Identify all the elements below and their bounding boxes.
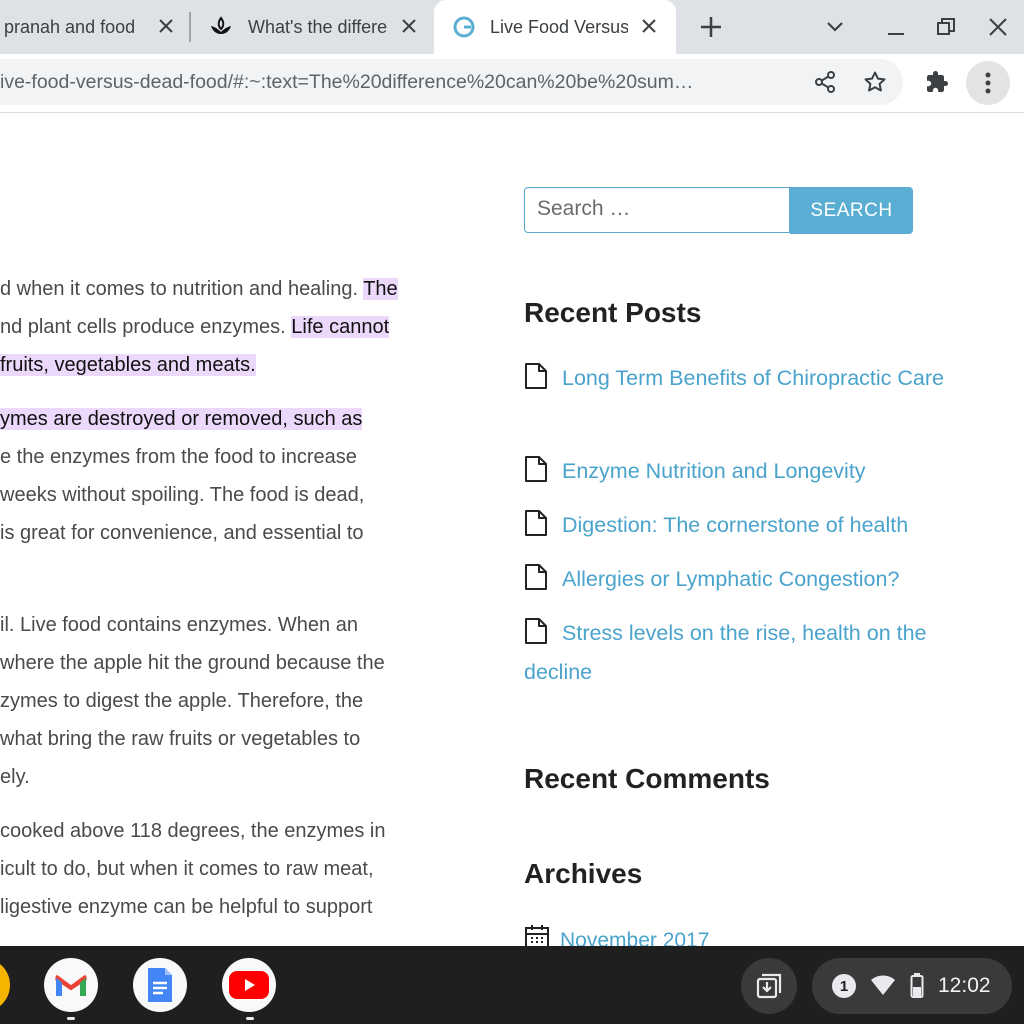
recent-post-item[interactable]: Stress levels on the rise, health on the…: [524, 614, 944, 692]
article-text: il. Live food contains enzymes. When an: [0, 614, 358, 636]
recent-post-link[interactable]: Long Term Benefits of Chiropractic Care: [562, 366, 944, 390]
gmail-icon[interactable]: [44, 958, 98, 1012]
article-text-line: ymes are destroyed or removed, such as: [0, 404, 363, 434]
article-text: ligestive enzyme can be helpful to suppo…: [0, 896, 373, 918]
article-text: cooked above 118 degrees, the enzymes in: [0, 820, 386, 842]
chrome-icon[interactable]: [0, 958, 10, 1012]
page-content: d when it comes to nutrition and healing…: [0, 113, 1024, 946]
document-icon: [524, 564, 548, 590]
url-text[interactable]: ive-food-versus-dead-food/#:~:text=The%2…: [0, 71, 760, 94]
browser-toolbar: ive-food-versus-dead-food/#:~:text=The%2…: [0, 54, 1024, 113]
article-text: zymes to digest the apple. Therefore, th…: [0, 690, 364, 712]
article-text-line: il. Live food contains enzymes. When an: [0, 610, 358, 640]
calendar-icon: [524, 924, 550, 946]
running-indicator: [67, 1017, 75, 1020]
highlighted-text: The: [363, 278, 398, 300]
search-field[interactable]: [524, 187, 790, 233]
wifi-icon: [870, 974, 896, 1001]
youtube-icon[interactable]: [222, 958, 276, 1012]
search-button[interactable]: SEARCH: [790, 187, 913, 234]
more-menu-icon[interactable]: [966, 61, 1010, 105]
tab-whats-the-difference[interactable]: What's the differe: [196, 0, 432, 54]
tab-close-icon[interactable]: [154, 14, 178, 38]
recent-post-item[interactable]: Enzyme Nutrition and Longevity: [524, 452, 944, 491]
tab-separator: [189, 12, 191, 42]
site-favicon-icon: [208, 14, 234, 40]
article-text-line: e the enzymes from the food to increase: [0, 442, 357, 472]
article-text: d when it comes to nutrition and healing…: [0, 278, 364, 300]
article-text: is great for convenience, and essential …: [0, 522, 364, 544]
tab-search-chevron-down-icon[interactable]: [820, 12, 850, 42]
tab-title: Live Food Versus: [490, 16, 628, 37]
extensions-puzzle-icon[interactable]: [917, 62, 957, 102]
article-text-line: is great for convenience, and essential …: [0, 518, 364, 548]
article-text-line: ely.: [0, 762, 30, 792]
search-input[interactable]: [535, 188, 779, 230]
minimize-icon[interactable]: [881, 12, 911, 42]
document-icon: [524, 510, 548, 536]
holding-space-download-icon[interactable]: [741, 958, 797, 1014]
article-text: e the enzymes from the food to increase: [0, 446, 357, 468]
article-text-line: ligestive enzyme can be helpful to suppo…: [0, 892, 372, 922]
highlighted-text: Life cannot: [291, 316, 390, 338]
article-text-line: where the apple hit the ground because t…: [0, 648, 385, 678]
recent-post-link[interactable]: Allergies or Lymphatic Congestion?: [562, 567, 899, 591]
address-bar[interactable]: ive-food-versus-dead-food/#:~:text=The%2…: [0, 59, 903, 105]
new-tab-plus-icon[interactable]: [696, 12, 726, 42]
recent-post-link[interactable]: Enzyme Nutrition and Longevity: [562, 459, 866, 483]
recent-posts-heading: Recent Posts: [524, 297, 702, 328]
highlighted-text: fruits, vegetables and meats.: [0, 354, 256, 376]
status-area[interactable]: 1 12:02: [812, 958, 1012, 1014]
article-text: icult to do, but when it comes to raw me…: [0, 858, 374, 880]
clock[interactable]: 12:02: [938, 974, 991, 998]
archive-link[interactable]: November 2017: [560, 929, 709, 946]
bookmark-star-icon[interactable]: [855, 62, 895, 102]
recent-post-item[interactable]: Digestion: The cornerstone of health: [524, 506, 964, 545]
tab-live-food-versus[interactable]: Live Food Versus: [434, 0, 676, 54]
recent-post-link[interactable]: Stress levels on the rise, health on the…: [524, 621, 927, 684]
archive-item[interactable]: November 2017: [524, 924, 709, 946]
article-text-line: fruits, vegetables and meats.: [0, 350, 256, 380]
article-text: weeks without spoiling. The food is dead…: [0, 484, 365, 506]
recent-comments-heading: Recent Comments: [524, 763, 770, 794]
article-text-line: zymes to digest the apple. Therefore, th…: [0, 686, 363, 716]
article-text: ely.: [0, 766, 30, 788]
article-text: where the apple hit the ground because t…: [0, 652, 385, 674]
recent-post-item[interactable]: Long Term Benefits of Chiropractic Care: [524, 359, 944, 398]
site-favicon-icon: [452, 15, 476, 39]
restore-icon[interactable]: [931, 12, 961, 42]
tab-title: pranah and food: [4, 16, 136, 37]
article-text-line: what bring the raw fruits or vegetables …: [0, 724, 360, 754]
archives-heading: Archives: [524, 858, 643, 889]
article-text-line: cooked above 118 degrees, the enzymes in: [0, 816, 385, 846]
share-icon[interactable]: [805, 62, 845, 102]
notification-badge[interactable]: 1: [832, 974, 856, 998]
tab-pranah-and-food[interactable]: pranah and food: [0, 0, 186, 54]
tab-close-icon[interactable]: [637, 14, 661, 38]
running-indicator: [246, 1017, 254, 1020]
document-icon: [524, 456, 548, 482]
highlighted-text: ymes are destroyed or removed, such as: [0, 408, 363, 430]
article-text-line: nd plant cells produce enzymes. Life can…: [0, 312, 390, 342]
recent-post-link[interactable]: Digestion: The cornerstone of health: [562, 513, 908, 537]
article-text: what bring the raw fruits or vegetables …: [0, 728, 361, 750]
article-text-line: d when it comes to nutrition and healing…: [0, 274, 398, 304]
recent-post-item[interactable]: Allergies or Lymphatic Congestion?: [524, 560, 944, 599]
document-icon: [524, 618, 548, 644]
tab-strip: pranah and food What's the differe Live …: [0, 0, 1024, 54]
article-text-line: weeks without spoiling. The food is dead…: [0, 480, 364, 510]
tab-close-icon[interactable]: [397, 14, 421, 38]
article-text: nd plant cells produce enzymes.: [0, 316, 292, 338]
document-icon: [524, 363, 548, 389]
google-docs-icon[interactable]: [133, 958, 187, 1012]
article-text-line: icult to do, but when it comes to raw me…: [0, 854, 374, 884]
system-shelf: 1 12:02: [0, 946, 1024, 1024]
battery-icon: [910, 973, 924, 1004]
tab-title: What's the differe: [248, 16, 388, 37]
close-window-icon[interactable]: [983, 12, 1013, 42]
